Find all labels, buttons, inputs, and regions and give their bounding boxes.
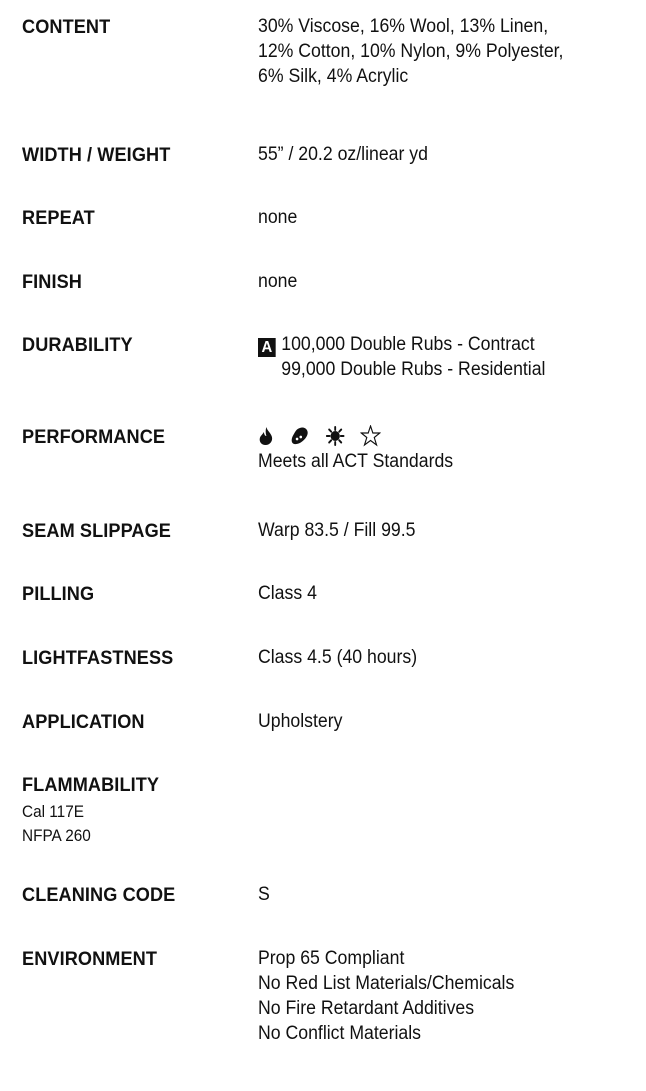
- repeat-label: REPEAT: [22, 207, 95, 229]
- performance-icons: [258, 423, 453, 449]
- physical-properties-icon: [360, 424, 381, 447]
- environment-line-3: No Fire Retardant Additives: [258, 998, 475, 1019]
- durability-contract-text: 100,000 Double Rubs - Contract: [281, 334, 535, 355]
- flammability-value: Cal 117E NFPA 260: [22, 800, 91, 848]
- cleaning-code-value: S: [258, 884, 270, 905]
- pilling-value: Class 4: [258, 583, 317, 604]
- width-weight-label: WIDTH / WEIGHT: [22, 144, 171, 166]
- environment-line-4: No Conflict Materials: [258, 1023, 422, 1044]
- content-line-2: 12% Cotton, 10% Nylon, 9% Polyester,: [258, 41, 564, 62]
- performance-label: PERFORMANCE: [22, 426, 166, 448]
- application-label: APPLICATION: [22, 711, 145, 733]
- finish-label: FINISH: [22, 271, 83, 293]
- environment-label: ENVIRONMENT: [22, 948, 158, 970]
- pilling-label: PILLING: [22, 583, 95, 605]
- performance-standards-text: Meets all ACT Standards: [258, 451, 454, 472]
- colorfastness-light-icon: [325, 425, 345, 446]
- wet-cleaning-icon: [291, 427, 308, 445]
- environment-value: Prop 65 Compliant No Red List Materials/…: [258, 946, 514, 1046]
- content-label: CONTENT: [22, 16, 111, 38]
- flammability-icon: [259, 426, 273, 445]
- durability-line-1: A 100,000 Double Rubs - Contract: [258, 332, 545, 357]
- environment-line-1: Prop 65 Compliant: [258, 948, 405, 969]
- flammability-line-1: Cal 117E: [22, 803, 84, 821]
- lightfastness-value: Class 4.5 (40 hours): [258, 647, 418, 668]
- application-value: Upholstery: [258, 711, 343, 732]
- content-line-1: 30% Viscose, 16% Wool, 13% Linen,: [258, 16, 549, 37]
- seam-slippage-label: SEAM SLIPPAGE: [22, 520, 172, 542]
- content-line-3: 6% Silk, 4% Acrylic: [258, 66, 409, 87]
- seam-slippage-value: Warp 83.5 / Fill 99.5: [258, 520, 416, 541]
- contract-grade-badge: A: [258, 338, 276, 357]
- finish-value: none: [258, 271, 298, 292]
- width-weight-value: 55” / 20.2 oz/linear yd: [258, 144, 428, 165]
- cleaning-code-label: CLEANING CODE: [22, 884, 176, 906]
- lightfastness-label: LIGHTFASTNESS: [22, 647, 174, 669]
- repeat-value: none: [258, 207, 298, 228]
- durability-value: A 100,000 Double Rubs - Contract 99,000 D…: [258, 332, 545, 382]
- environment-line-2: No Red List Materials/Chemicals: [258, 973, 515, 994]
- durability-line-2: 99,000 Double Rubs - Residential: [281, 359, 546, 380]
- flammability-line-2: NFPA 260: [22, 827, 91, 845]
- performance-value: Meets all ACT Standards: [258, 423, 453, 474]
- content-value: 30% Viscose, 16% Wool, 13% Linen, 12% Co…: [258, 14, 563, 89]
- flammability-label: FLAMMABILITY: [22, 774, 160, 796]
- durability-label: DURABILITY: [22, 334, 133, 356]
